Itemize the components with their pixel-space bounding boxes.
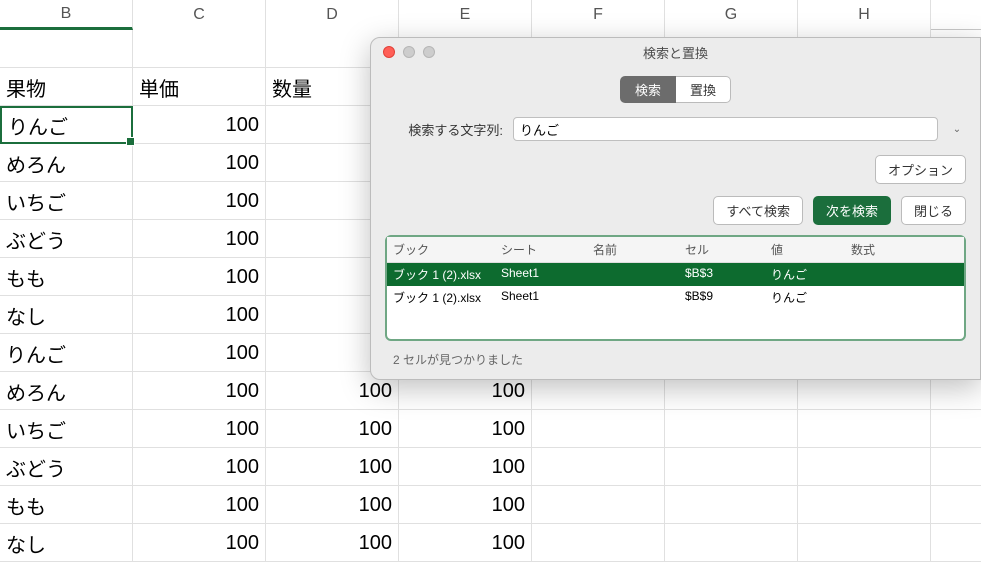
close-button[interactable]: 閉じる xyxy=(901,196,966,225)
cell[interactable]: 単価 xyxy=(133,68,266,106)
cell[interactable]: もも xyxy=(0,486,133,524)
cell[interactable]: 100 xyxy=(399,524,532,562)
cell[interactable] xyxy=(665,486,798,524)
cell[interactable]: 100 xyxy=(133,106,266,144)
results-header: ブック シート 名前 セル 値 数式 xyxy=(387,237,964,263)
column-header-D[interactable]: D xyxy=(266,0,399,30)
cell[interactable]: 100 xyxy=(399,448,532,486)
cell[interactable]: 100 xyxy=(133,334,266,372)
status-text: 2 セルが見つかりました xyxy=(385,347,966,372)
results-panel: ブック シート 名前 セル 値 数式 ブック 1 (2).xlsxSheet1$… xyxy=(385,235,966,341)
column-header-E[interactable]: E xyxy=(399,0,532,30)
column-headers: BCDEFGH xyxy=(0,0,981,30)
cell[interactable]: いちご xyxy=(0,410,133,448)
cell[interactable]: ぶどう xyxy=(0,448,133,486)
cell[interactable] xyxy=(532,410,665,448)
cell[interactable]: ぶどう xyxy=(0,220,133,258)
cell[interactable]: 100 xyxy=(133,144,266,182)
search-input[interactable]: りんご xyxy=(513,117,938,141)
cell[interactable]: 果物 xyxy=(0,68,133,106)
column-header-C[interactable]: C xyxy=(133,0,266,30)
cell[interactable]: 100 xyxy=(133,258,266,296)
cell[interactable] xyxy=(532,486,665,524)
cell[interactable]: 100 xyxy=(133,296,266,334)
cell[interactable]: 100 xyxy=(133,486,266,524)
cell[interactable]: りんご xyxy=(0,334,133,372)
find-replace-dialog: 検索と置換 検索 置換 検索する文字列: りんご ⌄ オプション すべて検索 次… xyxy=(370,37,981,380)
dialog-titlebar: 検索と置換 xyxy=(371,38,980,66)
cell[interactable] xyxy=(665,524,798,562)
cell[interactable] xyxy=(798,448,931,486)
cell[interactable]: 100 xyxy=(133,372,266,410)
cell[interactable]: めろん xyxy=(0,372,133,410)
result-row[interactable]: ブック 1 (2).xlsxSheet1$B$3りんご xyxy=(387,263,964,286)
column-header-G[interactable]: G xyxy=(665,0,798,30)
tab-replace[interactable]: 置換 xyxy=(676,76,731,103)
cell[interactable]: りんご xyxy=(0,106,133,144)
options-button[interactable]: オプション xyxy=(875,155,966,184)
tab-search[interactable]: 検索 xyxy=(620,76,676,103)
table-row: なし100100100 xyxy=(0,524,981,562)
cell[interactable]: 100 xyxy=(266,524,399,562)
cell[interactable] xyxy=(0,30,133,68)
cell[interactable]: めろん xyxy=(0,144,133,182)
search-label: 検索する文字列: xyxy=(385,120,503,139)
cell[interactable]: なし xyxy=(0,296,133,334)
cell[interactable]: 100 xyxy=(133,220,266,258)
cell[interactable] xyxy=(798,486,931,524)
cell[interactable] xyxy=(532,448,665,486)
column-header-B[interactable]: B xyxy=(0,0,133,30)
cell[interactable] xyxy=(133,30,266,68)
cell[interactable] xyxy=(665,410,798,448)
cell[interactable]: 100 xyxy=(399,410,532,448)
find-all-button[interactable]: すべて検索 xyxy=(713,196,803,225)
table-row: ぶどう100100100 xyxy=(0,448,981,486)
column-header-F[interactable]: F xyxy=(532,0,665,30)
cell[interactable] xyxy=(798,524,931,562)
find-next-button[interactable]: 次を検索 xyxy=(813,196,891,225)
dialog-title: 検索と置換 xyxy=(371,43,980,62)
cell[interactable] xyxy=(798,410,931,448)
cell[interactable]: 100 xyxy=(133,182,266,220)
cell[interactable]: なし xyxy=(0,524,133,562)
column-header-H[interactable]: H xyxy=(798,0,931,30)
table-row: いちご100100100 xyxy=(0,410,981,448)
result-row[interactable]: ブック 1 (2).xlsxSheet1$B$9りんご xyxy=(387,286,964,309)
cell[interactable] xyxy=(532,524,665,562)
cell[interactable]: いちご xyxy=(0,182,133,220)
cell[interactable]: もも xyxy=(0,258,133,296)
cell[interactable]: 100 xyxy=(266,410,399,448)
cell[interactable]: 100 xyxy=(133,448,266,486)
cell[interactable] xyxy=(665,448,798,486)
search-dropdown-icon[interactable]: ⌄ xyxy=(948,117,966,141)
dialog-tabs: 検索 置換 xyxy=(385,76,966,103)
cell[interactable]: 100 xyxy=(266,486,399,524)
table-row: もも100100100 xyxy=(0,486,981,524)
cell[interactable]: 100 xyxy=(133,410,266,448)
cell[interactable]: 100 xyxy=(399,486,532,524)
cell[interactable]: 100 xyxy=(266,448,399,486)
cell[interactable]: 100 xyxy=(133,524,266,562)
